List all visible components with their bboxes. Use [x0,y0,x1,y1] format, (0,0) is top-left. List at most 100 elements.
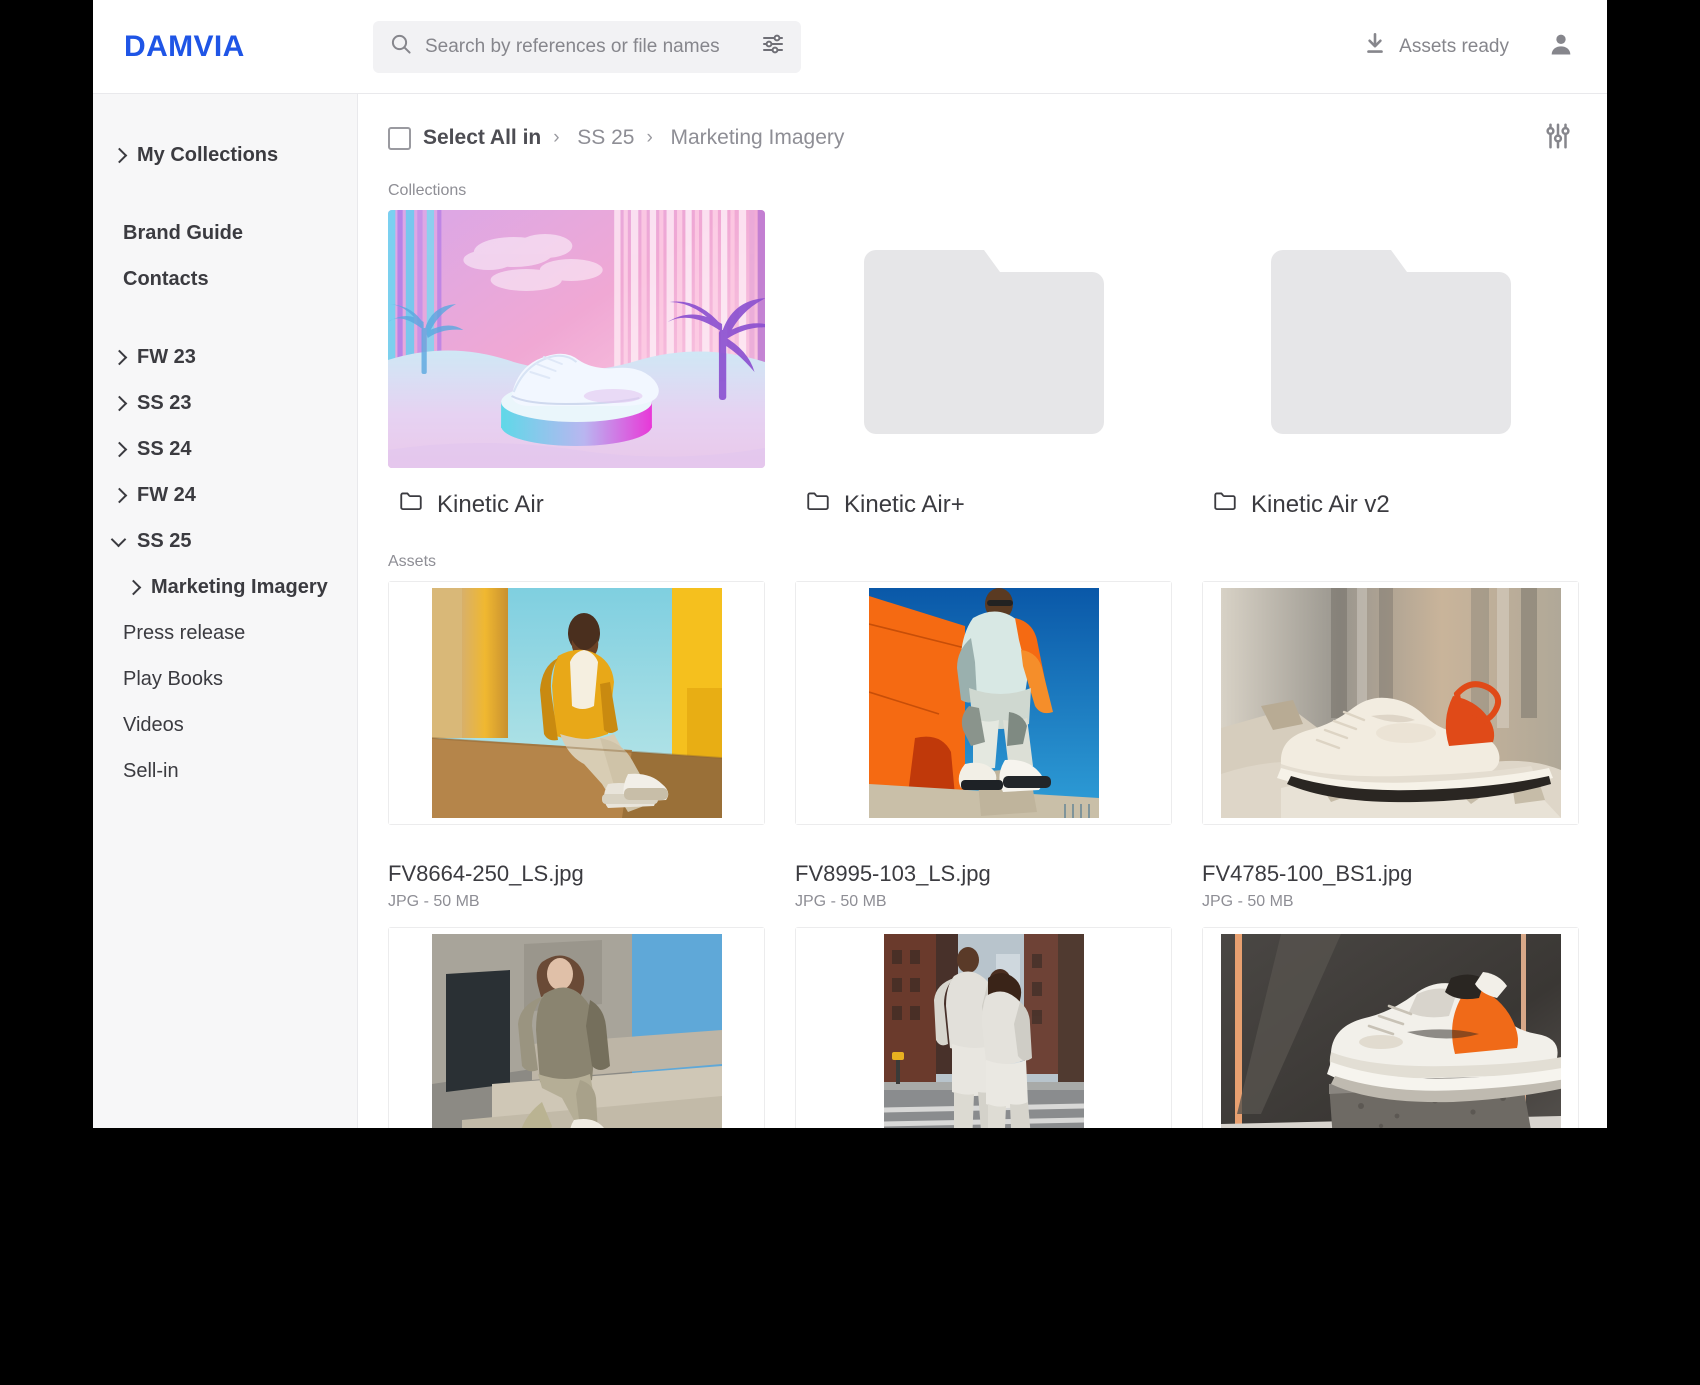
sidebar-item-label: Play Books [123,667,224,690]
woman-concrete-steps-image [431,934,722,1128]
collection-thumbnail[interactable] [388,210,765,468]
brand-logo[interactable]: DAMVIA [93,30,373,64]
sidebar-item-fw-24[interactable]: FW 24 [93,472,357,518]
empty-folder-icon [1270,250,1511,434]
sidebar-item-marketing-imagery[interactable]: Marketing Imagery [93,564,357,610]
asset-thumbnail[interactable] [389,582,764,824]
app-body: My Collections Brand Guide Contacts FW 2… [93,94,1607,1128]
sidebar-item-contacts[interactable]: Contacts [93,256,357,302]
breadcrumb-item-ss-25[interactable]: SS 25 [577,126,634,150]
sidebar-item-label: SS 24 [137,437,192,460]
chevron-right-icon [111,441,127,457]
assets-ready-button[interactable]: Assets ready [1362,31,1509,63]
search-input[interactable] [425,35,749,58]
application-window: DAMVIA Search by references or file name… [93,0,1607,1128]
breadcrumb-toolbar: Select All in › SS 25 › Marketing Imager… [372,94,1579,182]
sliders-icon [1543,121,1573,156]
breadcrumb-item-marketing-imagery[interactable]: Marketing Imagery [670,126,844,150]
asset-thumbnail[interactable] [1203,928,1578,1128]
app-header: DAMVIA Search by references or file name… [93,0,1607,94]
breadcrumb-separator: › [553,127,560,148]
asset-metadata: FV8995-103_LS.jpg JPG - 50 MB [795,847,1172,927]
breadcrumb-separator: › [646,127,653,148]
sidebar-item-brand-guide[interactable]: Brand Guide [93,210,357,256]
collection-card[interactable]: Kinetic Air+ [795,210,1172,535]
folder-icon [1212,488,1238,521]
chevron-right-icon [111,349,127,365]
sidebar-item-label: FW 23 [137,345,196,368]
collections-section-label: Collections [388,182,467,199]
asset-item: FV4785-100_BS1.jpg JPG - 50 MB [1202,581,1579,927]
select-all-checkbox[interactable] [388,126,411,150]
chevron-right-icon [111,147,127,163]
collection-card[interactable]: Kinetic Air v2 [1202,210,1579,535]
asset-thumbnail[interactable] [1203,582,1578,824]
asset-thumbnail[interactable] [389,928,764,1128]
sidebar-item-ss-24[interactable]: SS 24 [93,426,357,472]
sidebar-item-ss-25[interactable]: SS 25 [93,518,357,564]
chevron-right-icon [111,395,127,411]
asset-item [1202,927,1579,1128]
orange-sneaker-concrete-block-image [1220,934,1561,1128]
asset-thumbnail-card[interactable] [795,581,1172,825]
user-icon [1547,30,1575,63]
sidebar-item-ss-23[interactable]: SS 23 [93,380,357,426]
asset-thumbnail-card[interactable] [1202,927,1579,1128]
sidebar-item-label: Brand Guide [123,221,244,244]
asset-item [795,927,1172,1128]
asset-thumbnail[interactable] [796,582,1171,824]
select-all-label[interactable]: Select All in [423,126,541,150]
empty-folder-icon [863,250,1104,434]
sidebar-item-label: SS 23 [137,391,192,414]
asset-filename: FV8664-250_LS.jpg [388,861,584,886]
search-icon [389,32,413,61]
sidebar-item-label: My Collections [137,143,279,166]
collection-thumbnail[interactable] [1202,210,1579,468]
main-content: Select All in › SS 25 › Marketing Imager… [358,94,1607,1128]
folder-icon [398,488,424,521]
asset-thumbnail[interactable] [796,928,1171,1128]
search-bar[interactable] [373,20,801,73]
asset-item: FV8664-250_LS.jpg JPG - 50 MB [388,581,765,927]
assets-section-label: Assets [388,553,437,570]
chevron-down-icon [111,533,127,549]
asset-fileinfo: JPG - 50 MB [795,893,887,910]
asset-fileinfo: JPG - 50 MB [388,893,480,910]
sidebar-item-sell-in[interactable]: Sell-in [93,748,357,794]
asset-item: FV8995-103_LS.jpg JPG - 50 MB [795,581,1172,927]
collection-name-row: Kinetic Air v2 [1202,468,1579,535]
sidebar-item-videos[interactable]: Videos [93,702,357,748]
sidebar-item-label: Videos [123,713,184,736]
sidebar-item-my-collections[interactable]: My Collections [93,132,357,178]
view-options-button[interactable] [1541,121,1575,155]
collection-card[interactable]: Kinetic Air [388,210,765,535]
assets-ready-label: Assets ready [1399,35,1509,57]
asset-thumbnail-card[interactable] [388,927,765,1128]
two-people-city-street-image [883,934,1084,1128]
download-icon [1362,31,1388,63]
sliders-icon[interactable] [761,32,785,61]
sidebar-item-label: Sell-in [123,759,179,782]
asset-fileinfo: JPG - 50 MB [1202,893,1294,910]
asset-filename: FV4785-100_BS1.jpg [1202,861,1413,886]
collections-grid: Kinetic Air Kinetic Air+ Kinetic Air v2 [372,210,1579,535]
asset-filename: FV8995-103_LS.jpg [795,861,991,886]
asset-thumbnail-card[interactable] [795,927,1172,1128]
asset-metadata: FV4785-100_BS1.jpg JPG - 50 MB [1202,847,1579,927]
man-orange-wall-blue-sky-image [868,588,1099,818]
sidebar-item-label: FW 24 [137,483,196,506]
asset-thumbnail-card[interactable] [1202,581,1579,825]
asset-item [388,927,765,1128]
asset-thumbnail-card[interactable] [388,581,765,825]
sidebar-item-fw-23[interactable]: FW 23 [93,334,357,380]
sidebar-item-label: Contacts [123,267,209,290]
vaporwave-sneaker-image [388,210,765,468]
sidebar-item-play-books[interactable]: Play Books [93,656,357,702]
chevron-right-icon [111,487,127,503]
collection-name: Kinetic Air [437,490,544,518]
collection-thumbnail[interactable] [795,210,1172,468]
man-yellow-jacket-columns-image [431,588,722,818]
user-account-button[interactable] [1543,29,1579,65]
sidebar-item-press-release[interactable]: Press release [93,610,357,656]
